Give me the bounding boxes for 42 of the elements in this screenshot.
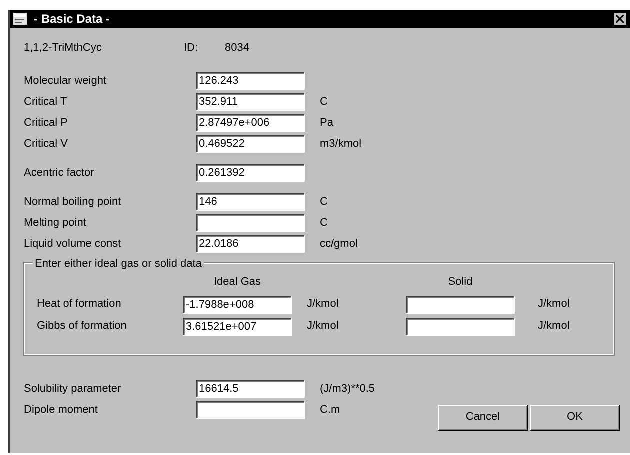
unit-label: J/kmol [537,297,571,312]
field-label: Gibbs of formation [37,319,128,334]
input-field[interactable]: 126.243 [196,72,305,90]
field-label: Heat of formation [37,297,122,312]
unit-label: C.m [320,402,342,418]
field-label: Critical P [24,116,70,131]
unit-label: C [320,194,329,210]
unit-label: Pa [320,116,334,131]
input-field[interactable]: 0.261392 [196,164,305,182]
unit-label: C [320,216,329,231]
field-label: Dipole moment [24,402,99,418]
input-field[interactable]: 3.61521e+007 [183,318,292,336]
dialog-button[interactable]: OK [530,404,620,430]
id-label: ID: [184,41,200,56]
unit-label: (J/m3)**0.5 [320,382,376,397]
column-header: Ideal Gas [212,275,262,290]
unit-label: C [320,94,329,110]
input-field[interactable]: 22.0186 [196,235,305,253]
field-label: Solubility parameter [24,382,122,397]
unit-label: cc/gmol [320,236,359,252]
id-value: 8034 [225,41,250,56]
unit-label: J/kmol [537,319,571,334]
unit-label: m3/kmol [320,136,363,152]
field-label: Liquid volume const [24,236,122,252]
column-header: Solid [447,275,474,290]
unit-label: J/kmol [306,297,340,312]
input-field[interactable]: 146 [196,193,305,211]
input-field[interactable]: 16614.5 [196,380,305,398]
input-field[interactable]: 352.911 [196,93,305,111]
window-title: - Basic Data - [34,11,110,28]
dialog-button[interactable]: Cancel [438,404,528,430]
input-field[interactable]: 2.87497e+006 [196,114,305,132]
field-label: Critical V [24,136,70,152]
input-field[interactable]: 0.469522 [196,135,305,153]
field-label: Melting point [24,216,88,231]
field-label: Molecular weight [24,74,108,89]
field-label: Critical T [24,94,68,110]
field-label: Normal boiling point [24,194,122,210]
field-label: Acentric factor [24,166,96,181]
unit-label: J/kmol [306,319,340,334]
compound-name: 1,1,2-TriMthCyc [24,41,103,56]
input-field[interactable]: -1.7988e+008 [183,296,292,314]
